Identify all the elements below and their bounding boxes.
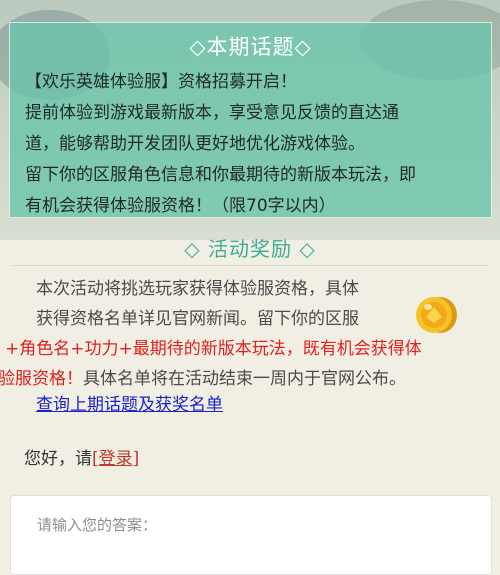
reward-title: ◇ 活动奖励 ◇ [184, 237, 316, 261]
login-link[interactable]: [登录] [92, 449, 139, 469]
topic-line: 有机会获得体验服资格！（限70字以内） [25, 196, 336, 216]
gold-coin-icon [416, 297, 457, 333]
topic-title: ◇本期话题◇ [189, 35, 312, 59]
topic-line: 【欢乐英雄体验服】资格招募开启！ [25, 72, 297, 92]
topic-line: 留下你的区服角色信息和你最期待的新版本玩法，即 [25, 165, 416, 185]
topic-description: 【欢乐英雄体验服】资格招募开启！ 提前体验到游戏最新版本，享受意见反馈的直达通 … [25, 67, 485, 222]
greeting-text: 您好，请 [24, 449, 92, 469]
reward-highlight-line: +角色名+功力+最期待的新版本玩法，既有机会获得体 [5, 339, 422, 359]
reward-highlight-text: 验服资格！ [0, 369, 83, 389]
reward-line-rest: 具体名单将在活动结束一周内于官网公布。 [83, 369, 406, 389]
topic-line: 提前体验到游戏最新版本，享受意见反馈的直达通 [25, 103, 399, 123]
login-prompt: 您好，请[登录] [24, 444, 139, 469]
answer-input[interactable] [10, 495, 492, 575]
topic-panel: ◇本期话题◇ 【欢乐英雄体验服】资格招募开启！ 提前体验到游戏最新版本，享受意见… [9, 22, 492, 218]
divider [12, 265, 488, 266]
topic-line: 道，能够帮助开发团队更好地优化游戏体验。 [25, 134, 365, 154]
previous-topic-link[interactable]: 查询上期话题及获奖名单 [36, 390, 223, 415]
